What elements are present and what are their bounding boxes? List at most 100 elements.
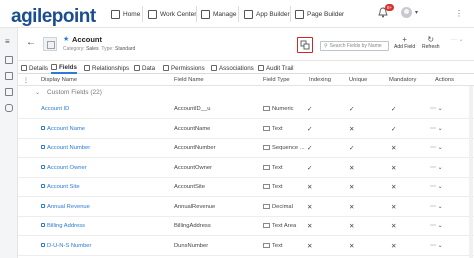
tab-data[interactable]: Data — [134, 62, 155, 74]
more-options-icon[interactable]: ⋯ — [430, 223, 436, 229]
chevron-down-icon[interactable]: ⌄ — [35, 89, 40, 96]
more-options-icon[interactable]: ⋯ — [430, 145, 436, 151]
data-icon — [134, 65, 140, 71]
column-field-name[interactable]: Field Name — [174, 77, 204, 83]
chevron-down-icon[interactable]: ⌄ — [438, 184, 443, 190]
lock-icon — [41, 203, 45, 208]
chevron-down-icon[interactable]: ⌄ — [438, 204, 443, 210]
field-name-cell: AccountOwner — [174, 164, 213, 171]
table-row[interactable]: Account Owner AccountOwner Text ✓ ✕ ✕ ⋯ ⌄ — [18, 159, 474, 178]
column-indexing[interactable]: Indexing — [309, 77, 331, 83]
field-type-text: Numeric — [272, 106, 294, 113]
chevron-down-icon[interactable]: ⌄ — [438, 223, 443, 229]
nav-app-builder[interactable]: App Builder — [244, 0, 290, 28]
tab-associations-label: Associations — [219, 64, 254, 72]
menu-icon[interactable]: ≡ — [5, 38, 10, 46]
shield-icon[interactable] — [5, 104, 13, 112]
row-actions[interactable]: ⋯ ⌄ — [430, 125, 443, 132]
table-row[interactable]: Account ID AccountID__u Numeric ✓ ✓ ✓ ⋯ ⌄ — [18, 100, 474, 119]
search-fields-input[interactable]: ⚲ Search Fields by Name — [320, 41, 389, 51]
lock-icon — [41, 223, 45, 227]
row-actions[interactable]: ⋯ ⌄ — [430, 242, 443, 249]
entity-icon — [43, 37, 57, 51]
column-display-name[interactable]: Display Name — [41, 77, 77, 83]
column-unique[interactable]: Unique — [349, 77, 367, 83]
display-name-cell[interactable]: Billing Address — [41, 223, 85, 229]
user-avatar[interactable] — [401, 7, 412, 18]
row-actions[interactable]: ⋯ ⌄ — [430, 105, 443, 112]
vertical-scrollbar[interactable] — [469, 86, 473, 258]
tab-fields[interactable]: Fields — [51, 62, 77, 74]
grid-icon[interactable] — [5, 72, 13, 80]
more-options-icon[interactable]: ⋯ — [430, 106, 436, 112]
document-icon[interactable] — [5, 88, 13, 96]
table-row[interactable]: Account Name AccountName Text ✓ ✕ ✓ ⋯ ⌄ — [18, 120, 474, 139]
chevron-down-icon[interactable]: ⌄ — [438, 145, 443, 151]
tab-details[interactable]: Details — [21, 62, 48, 74]
more-options-icon[interactable]: ··· ⌄ — [451, 36, 464, 43]
top-navigation-bar: agilepoint Home Work Center Manage App B… — [0, 0, 474, 28]
display-name-cell[interactable]: Account Number — [41, 145, 90, 151]
column-field-type[interactable]: Field Type — [263, 77, 290, 83]
nav-divider — [196, 6, 197, 22]
display-name-text: D-U-N-S Number — [47, 242, 92, 249]
back-arrow-icon[interactable]: ← — [26, 37, 36, 48]
display-name-cell[interactable]: Annual Revenue — [41, 203, 90, 210]
nav-work-center[interactable]: Work Center — [148, 0, 196, 28]
nav-page-builder[interactable]: Page Builder — [295, 0, 344, 28]
row-actions[interactable]: ⋯ ⌄ — [430, 144, 443, 151]
chevron-down-icon[interactable]: ⌄ — [438, 243, 443, 249]
table-row[interactable]: Account Site AccountSite Text ✕ ✕ ✕ ⋯ ⌄ — [18, 178, 474, 197]
field-name-cell: DunsNumber — [174, 242, 209, 249]
table-row[interactable]: Annual Revenue AnnualRevenue Decimal ✕ ✕ ✕ ⋯ ⌄ — [18, 198, 474, 217]
more-options-icon[interactable]: ⋯ — [430, 165, 436, 171]
tab-audit-trail[interactable]: Audit Trail — [258, 62, 294, 74]
category-value: Sales — [86, 46, 99, 52]
copy-fields-button[interactable] — [297, 37, 313, 53]
nav-home[interactable]: Home — [111, 0, 140, 28]
display-name-cell[interactable]: Account Owner — [41, 164, 87, 171]
more-options-icon[interactable]: ⋯ — [430, 126, 436, 132]
nav-divider — [142, 6, 143, 22]
app-grid-icon[interactable]: ⋮ — [455, 9, 463, 18]
nav-manage[interactable]: Manage — [201, 0, 237, 28]
table-row[interactable]: D-U-N-S Number DunsNumber Text ✕ ✕ ✕ ⋯ ⌄ — [18, 237, 474, 256]
refresh-button[interactable]: ↻ Refresh — [422, 35, 440, 50]
more-options-icon[interactable]: ⋯ — [430, 184, 436, 190]
table-row[interactable]: Billing Address BillingAddress Text Area ✕ ✕… — [18, 217, 474, 236]
star-icon[interactable]: ★ — [63, 35, 69, 43]
plus-icon: + — [402, 35, 407, 44]
tab-associations[interactable]: Associations — [211, 62, 254, 74]
tab-permissions[interactable]: Permissions — [163, 62, 205, 74]
group-row-custom-fields[interactable]: ⌄ Custom Fields (22) — [18, 86, 474, 100]
chevron-down-icon[interactable]: ▾ — [415, 9, 418, 16]
display-name-cell[interactable]: Account ID — [41, 106, 69, 112]
field-type-text: Sequence ... — [272, 145, 305, 152]
indexing-check-icon: ✓ — [307, 106, 313, 113]
display-name-cell[interactable]: Account Site — [41, 184, 80, 190]
display-name-text: Account Site — [47, 184, 80, 190]
fields-icon — [51, 64, 57, 70]
field-type-text: Text — [272, 242, 283, 249]
home-icon[interactable] — [5, 56, 13, 64]
chevron-down-icon[interactable]: ⌄ — [438, 165, 443, 171]
display-name-cell[interactable]: Account Name — [41, 125, 86, 132]
column-mandatory[interactable]: Mandatory — [389, 77, 416, 83]
chevron-down-icon[interactable]: ⌄ — [438, 106, 443, 112]
row-actions[interactable]: ⋯ ⌄ — [430, 222, 443, 229]
page-title: Account — [72, 35, 102, 44]
row-actions[interactable]: ⋯ ⌄ — [430, 183, 443, 190]
agilepoint-logo[interactable]: agilepoint — [11, 6, 96, 28]
more-options-icon[interactable]: ⋯ — [430, 243, 436, 249]
chevron-down-icon[interactable]: ⌄ — [438, 126, 443, 132]
display-name-text: Account Name — [47, 125, 86, 132]
header-options-icon[interactable]: ⋮ — [23, 77, 29, 84]
unique-cross-icon: ✕ — [349, 242, 355, 250]
row-actions[interactable]: ⋯ ⌄ — [430, 164, 443, 171]
add-field-button[interactable]: + Add Field — [394, 35, 415, 50]
tab-relationships[interactable]: Relationships — [84, 62, 129, 74]
table-row[interactable]: Account Number AccountNumber Sequence ... ✓… — [18, 139, 474, 158]
display-name-cell[interactable]: D-U-N-S Number — [41, 242, 92, 249]
row-actions[interactable]: ⋯ ⌄ — [430, 203, 443, 210]
more-options-icon[interactable]: ⋯ — [430, 204, 436, 210]
